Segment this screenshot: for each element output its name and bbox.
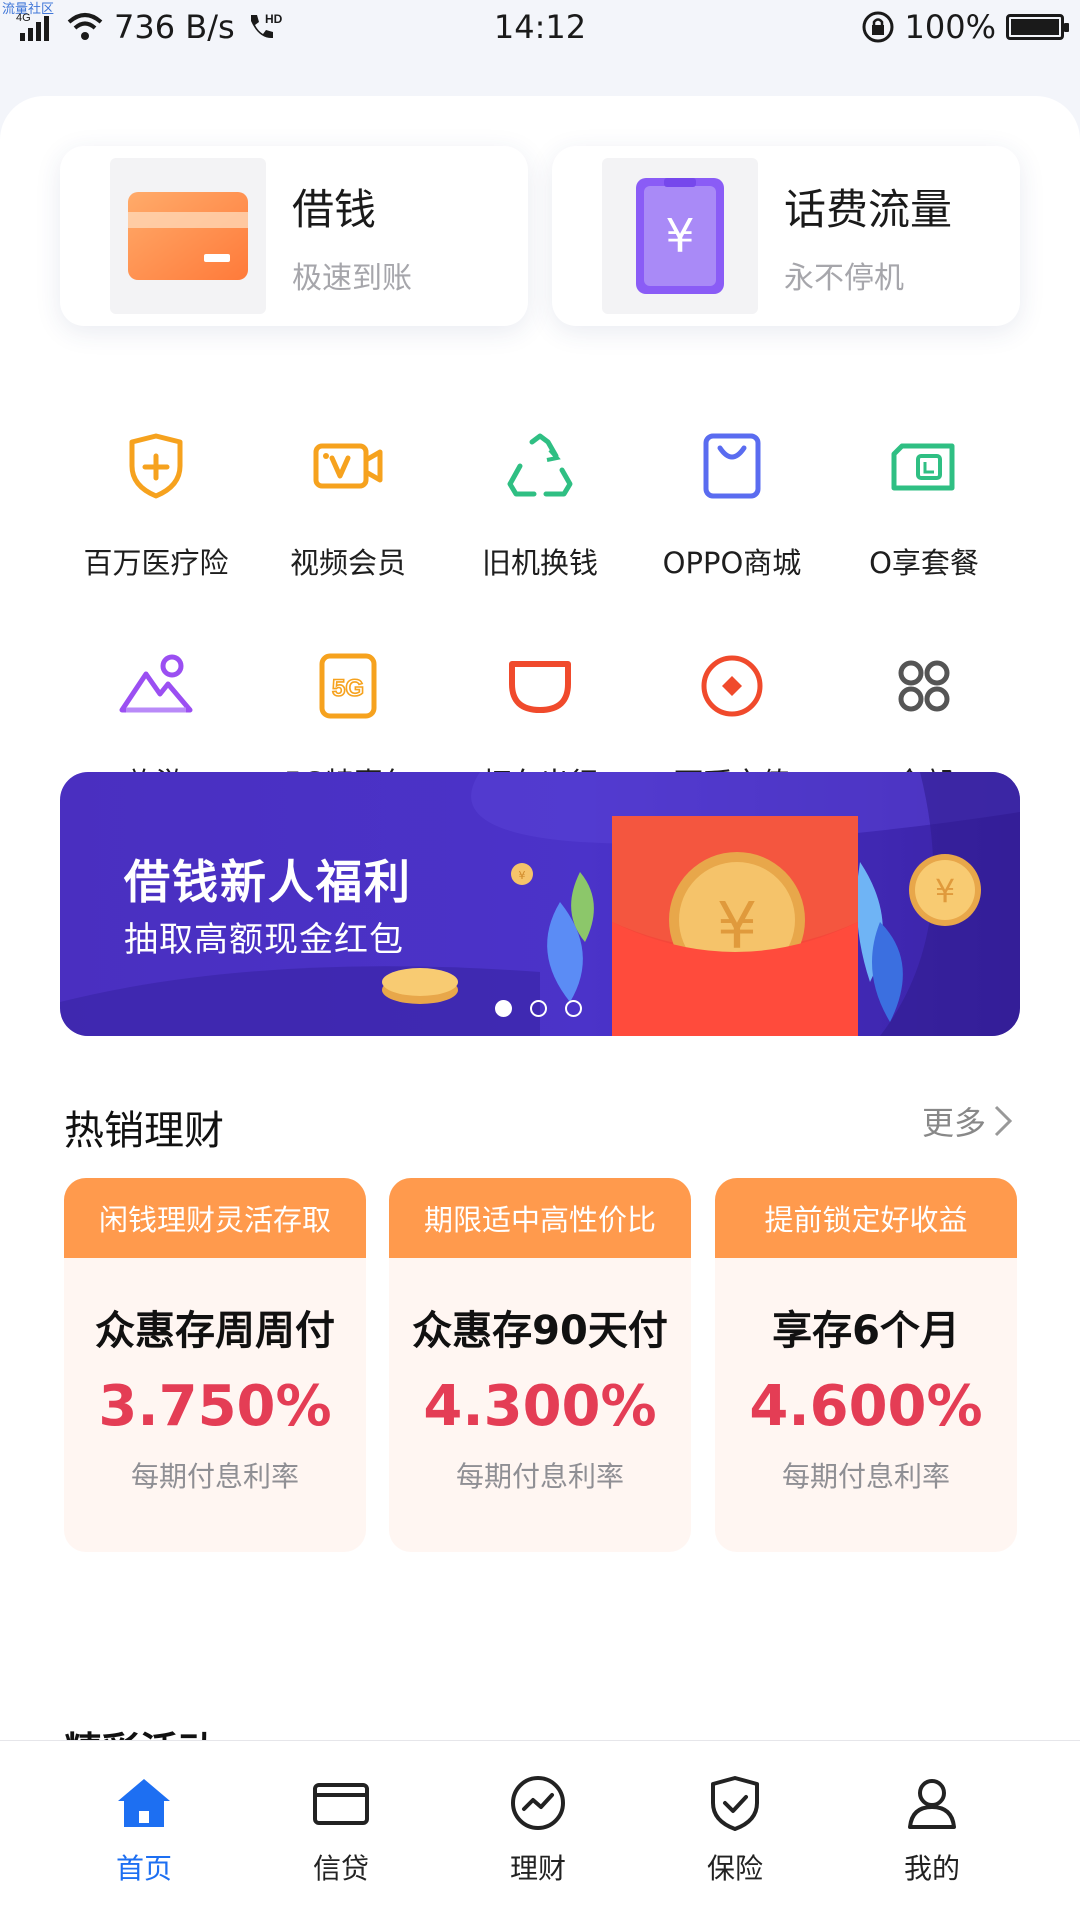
- feature-card-borrow[interactable]: 借钱 极速到账: [60, 146, 528, 326]
- finance-name: 众惠存周周付: [95, 1308, 335, 1354]
- feature-subtitle: 永不停机: [784, 260, 904, 296]
- battery-percent: 100%: [904, 8, 996, 46]
- grid-label: 百万医疗险: [83, 546, 229, 580]
- rotation-lock-icon: [862, 11, 894, 43]
- grid-label: 视频会员: [289, 546, 406, 580]
- banner-subtitle: 抽取高额现金红包: [124, 920, 404, 960]
- feature-card-topup[interactable]: ¥ 话费流量 永不停机: [552, 146, 1020, 326]
- user-icon: [908, 1779, 956, 1829]
- finance-rate: 4.300%: [423, 1374, 657, 1439]
- more-label: 更多: [921, 1104, 986, 1142]
- trend-icon: [511, 1776, 565, 1830]
- nav-home[interactable]: 首页: [44, 1773, 244, 1887]
- mountain-icon: [119, 654, 193, 713]
- nav-label: 信贷: [312, 1852, 369, 1885]
- nav-label: 理财: [509, 1852, 566, 1885]
- nav-insurance[interactable]: 保险: [635, 1773, 835, 1887]
- pager-dot[interactable]: [495, 1000, 512, 1017]
- pager-dot[interactable]: [530, 1000, 547, 1017]
- section-title: 热销理财: [64, 1108, 224, 1154]
- nav-label: 首页: [115, 1852, 172, 1885]
- status-right: 100%: [861, 8, 1069, 46]
- banner-small-coin-symbol: ¥: [519, 869, 526, 882]
- finance-name: 众惠存90天付: [412, 1308, 668, 1354]
- grid-item-video-vip[interactable]: 视频会员: [248, 426, 448, 582]
- feature-title: 借钱: [292, 184, 377, 234]
- ride-icon: [509, 661, 571, 713]
- shopping-bag-icon: [703, 433, 761, 499]
- grid-label: O享套餐: [869, 546, 979, 580]
- grid-item-medical[interactable]: 百万医疗险: [56, 426, 256, 582]
- feature-title: 话费流量: [784, 184, 953, 234]
- grid-label: 旧机换钱: [481, 546, 598, 580]
- card-icon: [313, 1783, 369, 1825]
- medical-shield-icon: [129, 433, 183, 499]
- battery-icon: [1006, 14, 1069, 40]
- finance-tag: 闲钱理财灵活存取: [64, 1178, 366, 1258]
- feature-subtitle: 极速到账: [292, 260, 412, 296]
- chevron-right-icon: [994, 1105, 1013, 1137]
- credit-card-icon: [110, 158, 266, 314]
- video-vip-icon: [313, 443, 383, 489]
- banner-pager[interactable]: [495, 1000, 582, 1017]
- finance-rate-label: 每期付息利率: [455, 1460, 624, 1493]
- finance-rate: 4.600%: [749, 1374, 983, 1439]
- promo-banner[interactable]: ¥ ¥ ¥ 借钱新人福利 抽取高额现金红包: [60, 772, 1020, 1036]
- more-link[interactable]: 更多: [922, 1098, 1014, 1144]
- pager-dot[interactable]: [565, 1000, 582, 1017]
- nav-label: 我的: [903, 1852, 960, 1885]
- recycle-icon: [507, 433, 573, 497]
- phone-yuan-icon: ¥: [602, 158, 758, 314]
- coin-icon: [701, 655, 763, 717]
- bottom-nav: 首页 信贷 理财 保险 我的: [0, 1740, 1080, 1920]
- grid-label: OPPO商城: [662, 546, 802, 580]
- finance-card[interactable]: 期限适中高性价比 众惠存90天付 4.300% 每期付息利率: [389, 1178, 691, 1552]
- nav-finance[interactable]: 理财: [438, 1773, 638, 1887]
- finance-tag: 提前锁定好收益: [715, 1178, 1017, 1258]
- finance-rate: 3.750%: [98, 1374, 332, 1439]
- 5g-icon: 5G: [319, 653, 377, 719]
- grid-item-o-plan[interactable]: O享套餐: [824, 426, 1024, 582]
- nav-me[interactable]: 我的: [832, 1773, 1032, 1887]
- svg-text:¥: ¥: [665, 209, 694, 263]
- grid-item-oppo-store[interactable]: OPPO商城: [632, 426, 832, 582]
- finance-name: 享存6个月: [772, 1308, 960, 1354]
- next-section-title: 精彩活动: [64, 1720, 216, 1742]
- svg-text:5G: 5G: [332, 675, 364, 702]
- package-card-icon: [891, 443, 955, 491]
- finance-card[interactable]: 闲钱理财灵活存取 众惠存周周付 3.750% 每期付息利率: [64, 1178, 366, 1552]
- nav-label: 保险: [706, 1852, 763, 1885]
- banner-big-coin-symbol: ¥: [935, 872, 955, 910]
- grid-all-icon: [898, 660, 950, 712]
- home-icon: [118, 1779, 170, 1827]
- grid-item-recycle[interactable]: 旧机换钱: [440, 426, 640, 582]
- banner-title: 借钱新人福利: [124, 855, 412, 909]
- finance-card[interactable]: 提前锁定好收益 享存6个月 4.600% 每期付息利率: [715, 1178, 1017, 1552]
- status-bar: 流量社区 4G 736 B/s HD 14:12 100%: [0, 0, 1080, 56]
- shield-check-icon: [711, 1776, 759, 1831]
- finance-rate-label: 每期付息利率: [781, 1460, 950, 1493]
- nav-credit[interactable]: 信贷: [241, 1773, 441, 1887]
- finance-tag: 期限适中高性价比: [389, 1178, 691, 1258]
- finance-rate-label: 每期付息利率: [130, 1460, 299, 1493]
